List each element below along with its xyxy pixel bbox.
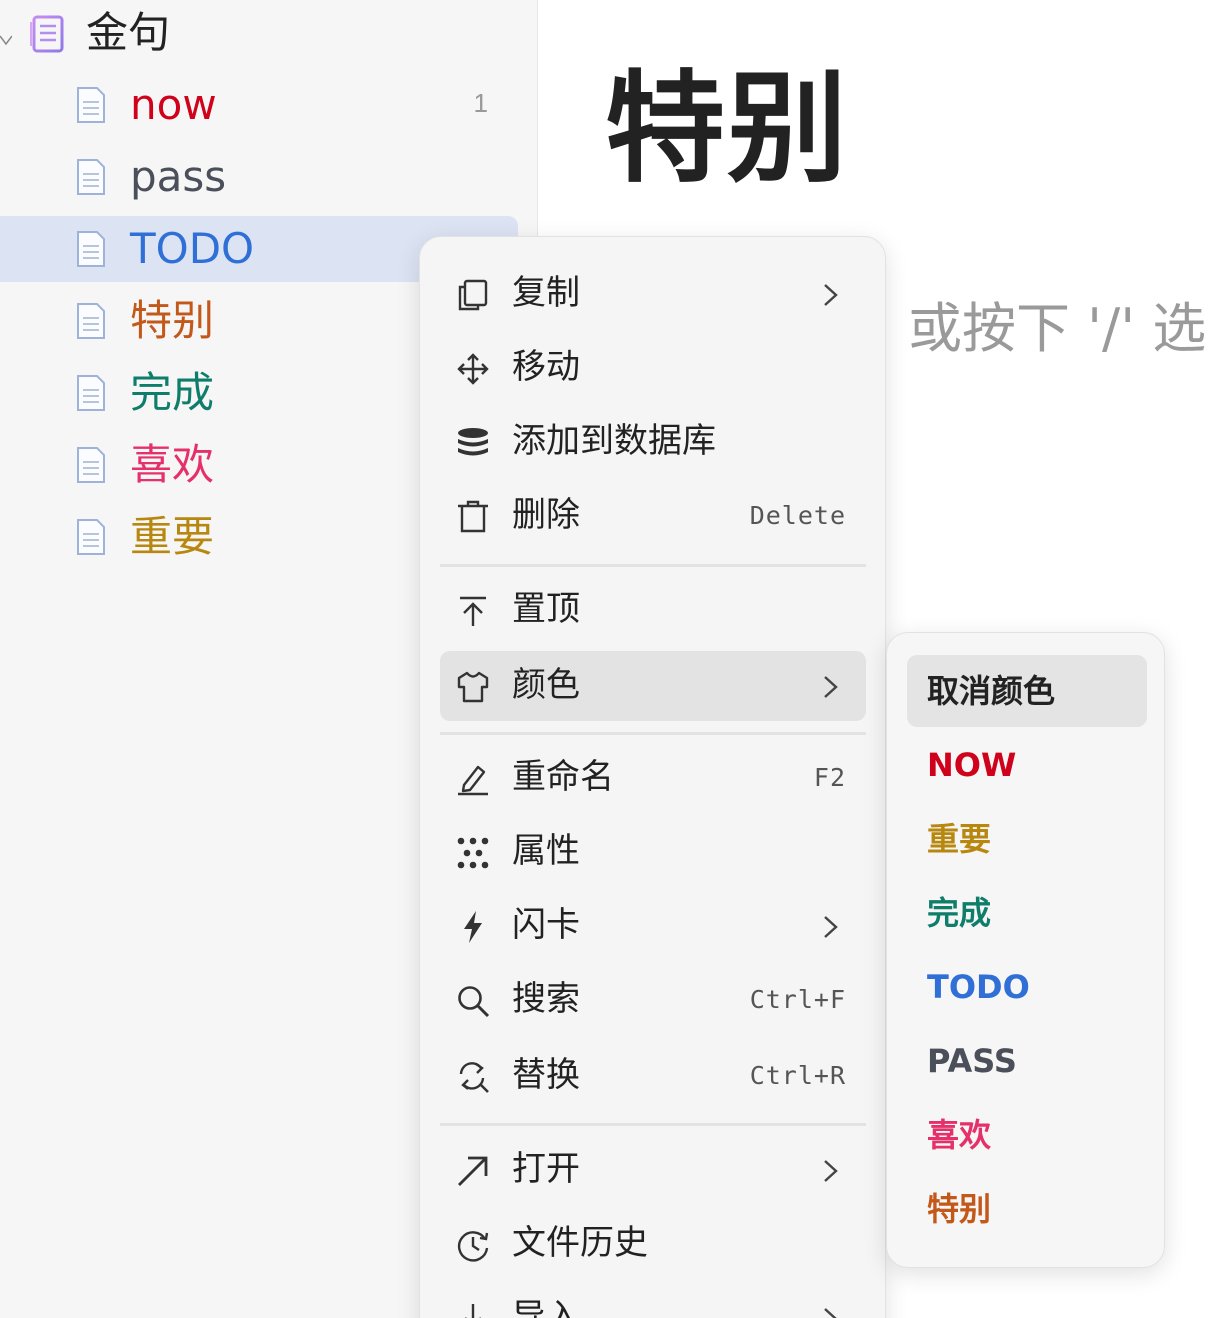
shirt-icon [456,670,490,704]
dots-grid-icon [456,836,490,870]
document-icon [76,374,106,412]
doc-count: 1 [473,88,488,118]
replace-icon [456,1060,490,1094]
shortcut-label: Ctrl+F [749,985,846,1014]
trash-icon [456,500,490,534]
color-option-pass[interactable]: PASS [907,1025,1147,1097]
search-icon [456,984,490,1018]
menu-item-move[interactable]: 移动 [440,333,866,403]
chevron-down-icon[interactable] [0,22,12,46]
notebook-title: 金句 [86,8,171,57]
color-option-now[interactable]: NOW [907,729,1147,801]
menu-item-file-history[interactable]: 文件历史 [440,1209,866,1279]
doc-title: now [130,80,217,129]
database-icon [456,426,490,460]
document-icon [76,86,106,124]
menu-item-color[interactable]: 颜色 [440,651,866,721]
menu-divider [440,564,866,567]
shortcut-label: F2 [813,763,846,792]
menu-item-search[interactable]: 搜索 Ctrl+F [440,965,866,1035]
document-title[interactable]: 特别 [605,60,849,200]
menu-item-pin-top[interactable]: 置顶 [440,575,866,645]
menu-item-add-to-database[interactable]: 添加到数据库 [440,407,866,477]
pin-top-icon [456,594,490,628]
chevron-right-icon [822,913,840,941]
doc-title: 特别 [130,296,215,345]
chevron-right-icon [822,1157,840,1185]
doc-title: TODO [130,224,255,273]
color-option-like[interactable]: 喜欢 [907,1099,1147,1171]
menu-item-properties[interactable]: 属性 [440,817,866,887]
doc-title: 重要 [130,512,215,561]
menu-item-copy[interactable]: 复制 [440,259,866,329]
menu-divider [440,1123,866,1126]
context-menu: 复制 移动 添加到数据库 删除 Delete 置顶 颜色 重命名 F2 属性 闪… [419,236,886,1318]
document-icon [76,518,106,556]
chevron-right-icon [822,1305,840,1318]
document-icon [76,230,106,268]
doc-item-now[interactable]: now 1 [0,72,518,138]
chevron-right-icon [822,673,840,701]
doc-title: 完成 [130,368,215,417]
import-icon [456,1302,490,1318]
menu-item-rename[interactable]: 重命名 F2 [440,743,866,813]
menu-divider [440,732,866,735]
document-icon [76,302,106,340]
doc-item-pass[interactable]: pass [0,144,518,210]
menu-item-open[interactable]: 打开 [440,1135,866,1205]
color-option-clear[interactable]: 取消颜色 [907,655,1147,727]
color-option-special[interactable]: 特别 [907,1173,1147,1245]
color-option-done[interactable]: 完成 [907,877,1147,949]
shortcut-label: Delete [749,501,846,530]
menu-item-flashcard[interactable]: 闪卡 [440,891,866,961]
menu-item-delete[interactable]: 删除 Delete [440,481,866,551]
lightning-icon [456,910,490,944]
notebook-row[interactable]: 金句 [0,0,538,68]
menu-item-import[interactable]: 导入 [440,1283,866,1318]
chevron-right-icon [822,281,840,309]
color-option-todo[interactable]: TODO [907,951,1147,1023]
document-icon [76,158,106,196]
doc-title: pass [130,152,227,201]
shortcut-label: Ctrl+R [749,1061,846,1090]
editor-placeholder[interactable]: 或按下 '/' 选 [908,296,1206,362]
open-arrow-icon [456,1154,490,1188]
pencil-icon [456,762,490,796]
doc-title: 喜欢 [130,440,215,489]
menu-item-replace[interactable]: 替换 Ctrl+R [440,1041,866,1111]
move-icon [456,352,490,386]
document-icon [76,446,106,484]
copy-icon [456,278,490,312]
notebook-icon [30,14,66,54]
color-submenu: 取消颜色 NOW 重要 完成 TODO PASS 喜欢 特别 [886,632,1165,1268]
color-option-important[interactable]: 重要 [907,803,1147,875]
history-icon [456,1228,490,1262]
